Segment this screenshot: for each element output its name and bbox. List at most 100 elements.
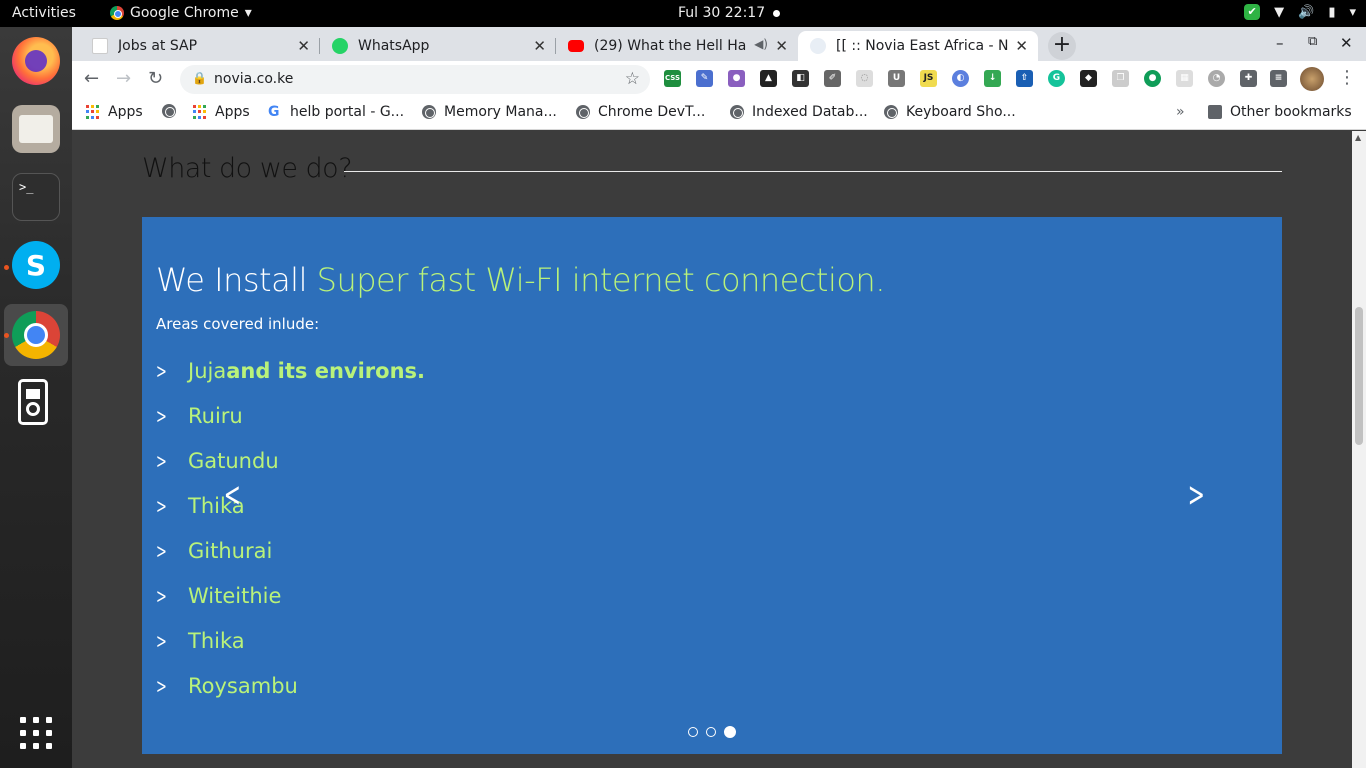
- u-extension-icon[interactable]: U: [888, 70, 905, 87]
- list-item: > Ruiru: [156, 404, 243, 428]
- grammarly-icon[interactable]: G: [1048, 70, 1065, 87]
- carousel-indicator-1[interactable]: [688, 727, 698, 737]
- carousel-indicator-3-active[interactable]: [724, 726, 736, 738]
- media-controls-icon[interactable]: ≡: [1270, 70, 1287, 87]
- bookmark-keyboard-shortcuts[interactable]: Keyboard Sho...: [884, 104, 1016, 120]
- security-shield-icon[interactable]: ✔: [1244, 4, 1261, 20]
- circle-extension-icon[interactable]: ◌: [856, 70, 873, 87]
- page-scrollbar[interactable]: ▲: [1352, 131, 1366, 768]
- chat-extension-icon[interactable]: ●: [1144, 70, 1161, 87]
- carousel-indicator-2[interactable]: [706, 727, 716, 737]
- close-window-icon[interactable]: ✕: [1340, 34, 1353, 52]
- scrollbar-thumb[interactable]: [1355, 307, 1363, 445]
- chevron-right-icon: >: [156, 539, 167, 563]
- bookmark-globe[interactable]: [162, 104, 176, 118]
- volume-icon: 🔊: [1298, 4, 1315, 20]
- notification-dot: [773, 10, 780, 17]
- forward-arrow-icon[interactable]: →: [116, 68, 131, 89]
- grid-extension-icon[interactable]: ▦: [1176, 70, 1193, 87]
- cat-extension-icon[interactable]: ●: [728, 70, 745, 87]
- back-arrow-icon[interactable]: ←: [84, 68, 99, 89]
- url-text[interactable]: novia.co.ke: [214, 71, 293, 87]
- close-icon[interactable]: ✕: [775, 37, 788, 55]
- tab-youtube[interactable]: (29) What the Hell Hap ◀) ✕: [556, 31, 798, 61]
- caret-down-icon: ▾: [1349, 4, 1356, 20]
- youtube-icon: [568, 40, 584, 52]
- web-page: What do we do? We Install Super fast Wi-…: [72, 131, 1352, 768]
- reload-icon[interactable]: ↻: [148, 68, 163, 89]
- bookmark-indexed-database[interactable]: Indexed Datab...: [730, 104, 868, 120]
- close-icon[interactable]: ✕: [297, 37, 310, 55]
- devtools-extension-icon[interactable]: ◧: [792, 70, 809, 87]
- profile-avatar[interactable]: [1300, 67, 1324, 91]
- audio-playing-icon[interactable]: ◀): [754, 37, 768, 51]
- tab-novia-east-africa[interactable]: [[ :: Novia East Africa - No ✕: [798, 31, 1038, 61]
- system-tray[interactable]: ✔ ▼ 🔊 ▮ ▾: [1244, 4, 1356, 20]
- new-tab-button[interactable]: +: [1048, 32, 1076, 60]
- globe-icon: [422, 105, 436, 119]
- eyedropper-icon[interactable]: ✐: [824, 70, 841, 87]
- files-icon[interactable]: [12, 105, 60, 153]
- carousel-indicators: [688, 726, 736, 738]
- bookmarks-overflow-chevron-icon[interactable]: »: [1176, 104, 1185, 120]
- section-divider: [344, 171, 1282, 172]
- running-indicator: [4, 333, 9, 338]
- list-item: > Gatundu: [156, 449, 279, 473]
- cube-extension-icon[interactable]: ◆: [1080, 70, 1097, 87]
- puzzle-extensions-icon[interactable]: ✚: [1240, 70, 1257, 87]
- list-item: > Thika: [156, 494, 245, 518]
- download-extension-icon[interactable]: ↓: [984, 70, 1001, 87]
- skype-icon[interactable]: S: [12, 241, 60, 289]
- google-icon: G: [268, 104, 280, 120]
- css-extension-icon[interactable]: CSS: [664, 70, 681, 87]
- graduation-cap-icon[interactable]: ▲: [760, 70, 777, 87]
- services-carousel: We Install Super fast Wi-FI internet con…: [142, 217, 1282, 754]
- bookmark-star-icon[interactable]: ☆: [625, 69, 640, 89]
- upload-extension-icon[interactable]: ⇧: [1016, 70, 1033, 87]
- close-icon[interactable]: ✕: [1015, 37, 1028, 55]
- chrome-icon[interactable]: [12, 311, 60, 359]
- scroll-up-arrow-icon[interactable]: ▲: [1355, 133, 1361, 142]
- chevron-right-icon: >: [156, 584, 167, 608]
- clock[interactable]: Ful 30 22:17: [678, 5, 765, 21]
- tab-jobs-at-sap[interactable]: Jobs at SAP ✕: [80, 31, 320, 61]
- bookmark-memory-management[interactable]: Memory Mana...: [422, 104, 557, 120]
- activities-button[interactable]: Activities: [12, 5, 76, 21]
- copy-extension-icon[interactable]: ❐: [1112, 70, 1129, 87]
- restore-icon[interactable]: ⧉: [1308, 34, 1317, 49]
- js-extension-icon[interactable]: JS: [920, 70, 937, 87]
- bookmark-helb-portal[interactable]: G helb portal - G...: [268, 104, 404, 120]
- areas-list: > Juja and its environs. > Ruiru > Gatundu …: [156, 359, 425, 719]
- chevron-right-icon: >: [156, 629, 167, 653]
- carousel-prev-chevron-icon[interactable]: <: [224, 475, 241, 515]
- folder-icon: [1208, 105, 1222, 119]
- more-menu-icon[interactable]: ⋮: [1338, 67, 1356, 88]
- show-applications-icon[interactable]: [20, 717, 52, 749]
- app-menu[interactable]: Google Chrome ▾: [110, 5, 252, 21]
- bookmark-apps[interactable]: Apps: [86, 104, 143, 120]
- tab-whatsapp[interactable]: WhatsApp ✕: [320, 31, 556, 61]
- music-player-icon[interactable]: [18, 379, 48, 425]
- chevron-right-icon: >: [156, 494, 167, 518]
- bookmark-other-bookmarks[interactable]: Other bookmarks: [1208, 104, 1352, 120]
- close-icon[interactable]: ✕: [533, 37, 546, 55]
- list-item: > Roysambu: [156, 674, 298, 698]
- blue-extension-icon[interactable]: ◐: [952, 70, 969, 87]
- speed-extension-icon[interactable]: ◔: [1208, 70, 1225, 87]
- browser-toolbar: ← → ↻ 🔒 novia.co.ke ☆ CSS ✎ ● ▲ ◧ ✐ ◌ U …: [72, 61, 1366, 97]
- running-indicator: [4, 265, 9, 270]
- list-item: > Witeithie: [156, 584, 282, 608]
- list-item: > Githurai: [156, 539, 273, 563]
- bookmark-chrome-devtools[interactable]: Chrome DevT...: [576, 104, 705, 120]
- globe-icon: [576, 105, 590, 119]
- minimize-icon[interactable]: –: [1276, 34, 1284, 52]
- address-bar[interactable]: 🔒 novia.co.ke ☆: [180, 65, 650, 94]
- pen-extension-icon[interactable]: ✎: [696, 70, 713, 87]
- terminal-icon[interactable]: >_: [12, 173, 60, 221]
- globe-icon: [884, 105, 898, 119]
- lock-icon[interactable]: 🔒: [192, 71, 207, 85]
- firefox-icon[interactable]: [12, 37, 60, 85]
- bookmark-apps-2[interactable]: Apps: [193, 104, 250, 120]
- novia-icon: [810, 38, 826, 54]
- carousel-next-chevron-icon[interactable]: >: [1188, 475, 1205, 515]
